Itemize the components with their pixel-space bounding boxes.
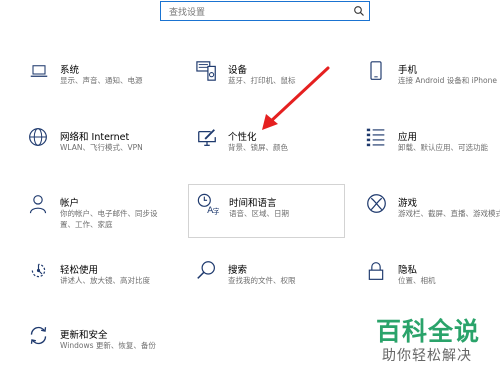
tile-time-language[interactable]: A 字 时间和语言 语音、区域、日期: [188, 184, 345, 238]
search-icon[interactable]: [353, 5, 365, 17]
tile-desc: 背景、锁屏、颜色: [228, 143, 288, 152]
search-placeholder: 查找设置: [169, 8, 206, 18]
tile-title: 个性化: [228, 132, 257, 143]
globe-icon: [29, 128, 47, 146]
tile-devices[interactable]: 设备 蓝牙、打印机、鼠标: [196, 60, 346, 100]
tile-desc: 蓝牙、打印机、鼠标: [228, 76, 296, 85]
paintbrush-monitor-icon: [198, 129, 216, 146]
tile-title: 系统: [60, 65, 80, 76]
tile-title: 应用: [398, 132, 418, 143]
tile-desc: 查找我的文件、权限: [228, 276, 296, 285]
tile-network[interactable]: 网络和 Internet WLAN、飞行模式、VPN: [28, 127, 178, 167]
tile-title: 更新和安全: [60, 330, 108, 341]
tile-system[interactable]: 系统 显示、声音、通知、电源: [28, 60, 178, 100]
tile-desc: 语音、区域、日期: [229, 209, 289, 218]
tile-title: 游戏: [398, 198, 418, 209]
watermark-subtitle: 助你轻松解决: [382, 348, 472, 364]
tile-update-security[interactable]: 更新和安全 Windows 更新、恢复、备份: [28, 325, 178, 365]
tile-title: 设备: [228, 65, 248, 76]
watermark-title: 百科全说: [376, 317, 481, 346]
svg-text:字: 字: [213, 207, 219, 215]
tile-apps[interactable]: 应用 卸载、默认应用、可选功能: [366, 127, 500, 167]
watermark: 百科全说 助你轻松解决: [370, 310, 495, 370]
tile-desc: 讲述人、放大镜、高对比度: [60, 276, 150, 285]
tile-phone[interactable]: 手机 连接 Android 设备和 iPhone: [366, 60, 500, 100]
person-icon: [29, 195, 47, 214]
ease-of-access-icon: [31, 263, 46, 278]
tile-title: 网络和 Internet: [60, 132, 130, 143]
tile-title: 轻松使用: [60, 265, 99, 276]
apps-list-icon: [366, 128, 385, 147]
tile-title: 时间和语言: [229, 198, 277, 209]
tile-title: 手机: [398, 65, 418, 76]
tile-gaming[interactable]: 游戏 游戏栏、截屏、直播、游戏模式: [366, 193, 500, 233]
tile-desc: 连接 Android 设备和 iPhone: [398, 76, 497, 85]
time-language-icon: A 字: [197, 193, 219, 215]
laptop-icon: [30, 65, 48, 77]
keyboard-speaker-icon: [196, 61, 216, 81]
tile-title: 搜索: [228, 265, 248, 276]
magnifier-icon: [197, 261, 215, 279]
tile-desc: 你的帐户、电子邮件、同步设置、工作、家庭: [60, 209, 158, 229]
tile-accounts[interactable]: 帐户 你的帐户、电子邮件、同步设置、工作、家庭: [28, 193, 178, 233]
tile-title: 隐私: [398, 265, 418, 276]
tile-desc: 游戏栏、截屏、直播、游戏模式: [398, 209, 500, 218]
lock-icon: [368, 262, 384, 280]
tile-desc: 卸载、默认应用、可选功能: [398, 143, 488, 152]
tile-search[interactable]: 搜索 查找我的文件、权限: [196, 260, 346, 300]
tile-desc: Windows 更新、恢复、备份: [60, 341, 156, 350]
tile-desc: 显示、声音、通知、电源: [60, 76, 143, 85]
sync-icon: [30, 326, 47, 345]
tile-desc: WLAN、飞行模式、VPN: [60, 143, 143, 152]
tile-desc: 位置、相机: [398, 276, 436, 285]
tile-privacy[interactable]: 隐私 位置、相机: [366, 260, 500, 300]
search-box[interactable]: 查找设置: [160, 1, 370, 21]
tile-title: 帐户: [60, 198, 80, 209]
xbox-icon: [367, 194, 386, 213]
tile-ease-of-access[interactable]: 轻松使用 讲述人、放大镜、高对比度: [28, 260, 178, 300]
phone-icon: [370, 61, 382, 80]
tile-personalization[interactable]: 个性化 背景、锁屏、颜色: [196, 127, 346, 167]
